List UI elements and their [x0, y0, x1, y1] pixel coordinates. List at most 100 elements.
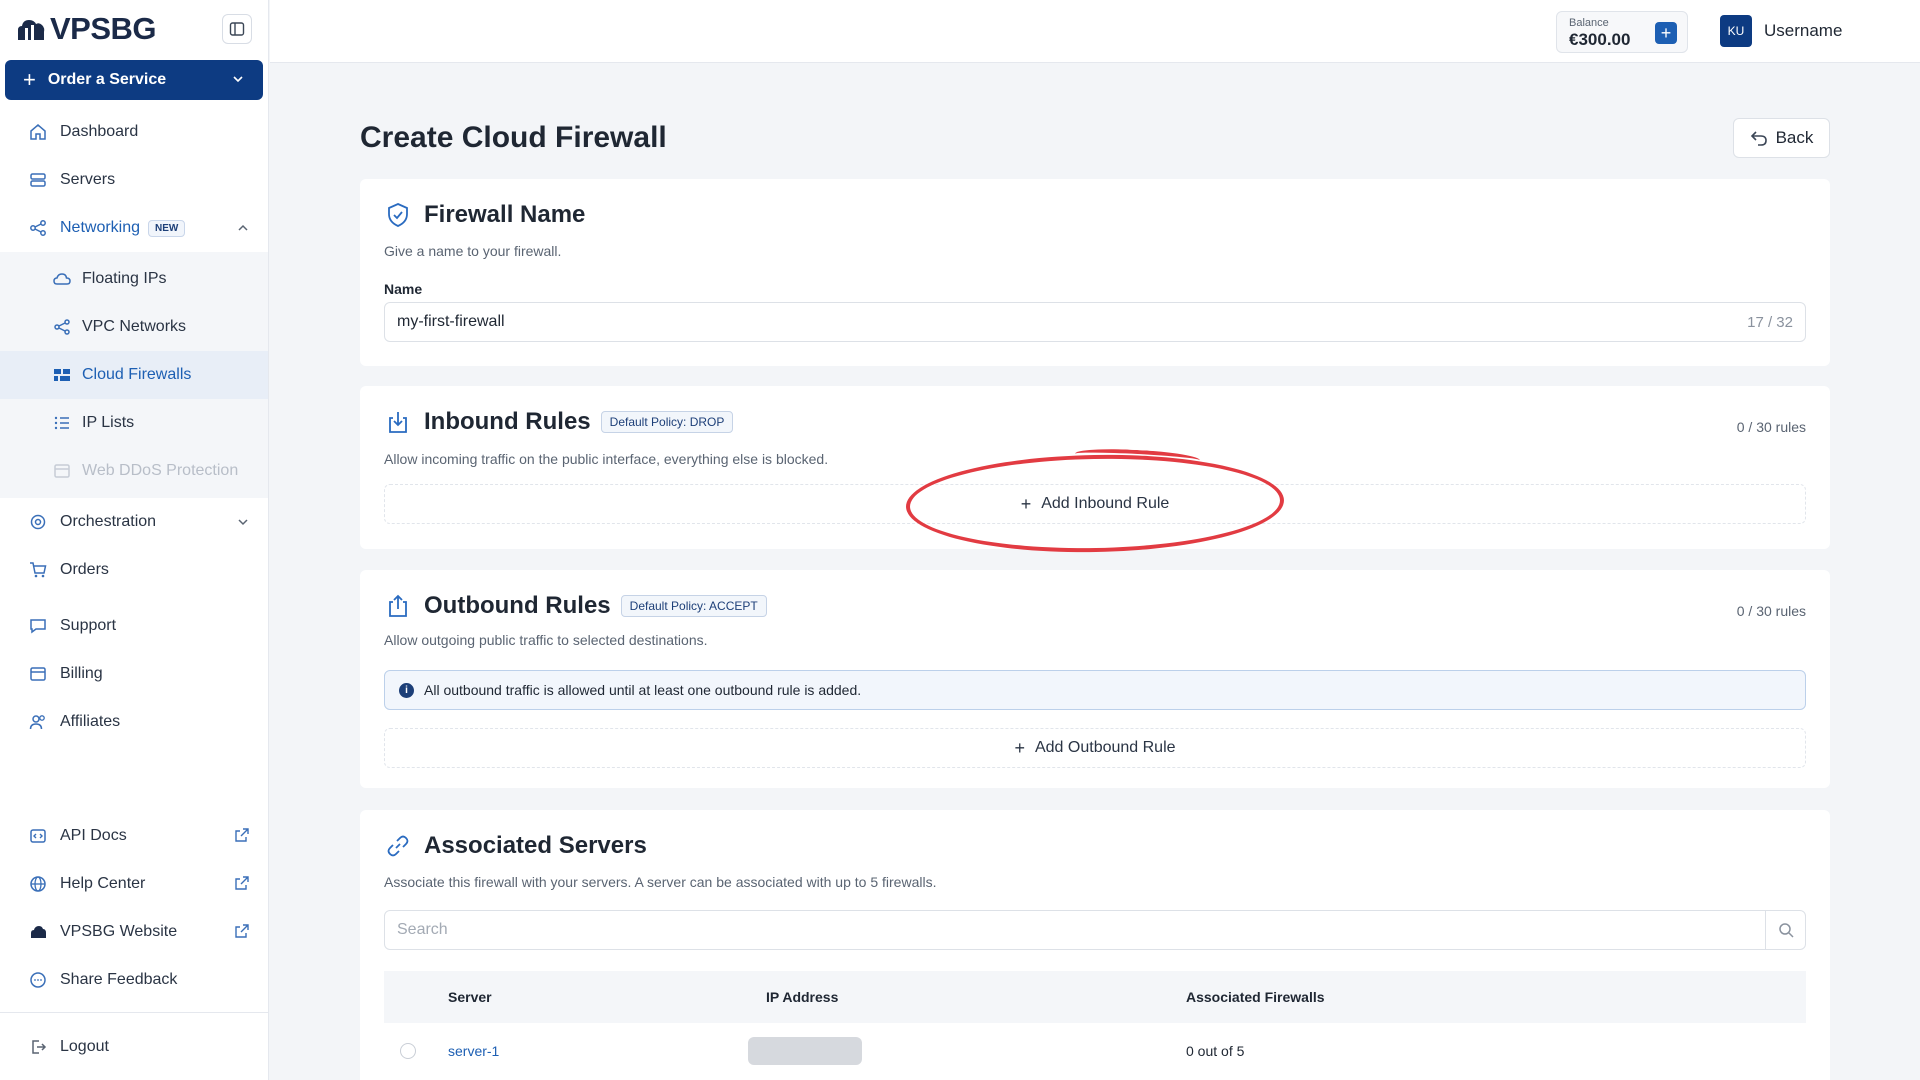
card-title: Associated Servers	[424, 832, 647, 859]
sidebar-item-label: Help Center	[60, 875, 146, 892]
char-counter: 17 / 32	[1747, 313, 1793, 331]
cloud-logo-icon	[18, 19, 45, 40]
sidebar-item-label: Cloud Firewalls	[82, 366, 192, 383]
browser-window-icon	[52, 461, 72, 481]
sidebar-item-networking[interactable]: Networking NEW	[0, 204, 268, 252]
link-icon	[384, 832, 412, 860]
share-network-icon	[28, 218, 48, 238]
sidebar-item-servers[interactable]: Servers	[0, 156, 268, 204]
table-header: Server IP Address Associated Firewalls	[384, 971, 1806, 1023]
card-header: Outbound Rules Default Policy: ACCEPT	[384, 592, 767, 620]
sidebar-item-label: VPSBG Website	[60, 923, 178, 940]
logout-icon	[28, 1037, 48, 1057]
sidebar-toggle-icon	[229, 22, 245, 36]
column-header-server: Server	[448, 989, 492, 1005]
card-description: Allow incoming traffic on the public int…	[384, 451, 829, 467]
sidebar-item-affiliates[interactable]: Affiliates	[0, 698, 268, 746]
order-service-label: Order a Service	[47, 71, 167, 88]
order-service-button[interactable]: + Order a Service	[5, 60, 263, 100]
info-icon: i	[399, 682, 414, 698]
card-header: Associated Servers	[384, 832, 647, 860]
sidebar-item-help-center[interactable]: Help Center	[0, 860, 268, 908]
logout-section: Logout	[0, 1012, 268, 1080]
outbound-rules-card: Outbound Rules Default Policy: ACCEPT 0 …	[360, 570, 1830, 788]
sidebar-item-ip-lists[interactable]: IP Lists	[0, 399, 268, 447]
add-outbound-rule-label: Add Outbound Rule	[1034, 739, 1176, 756]
sidebar-item-label: Orchestration	[60, 513, 157, 530]
external-link-icon	[235, 924, 249, 938]
avatar: KU	[1720, 15, 1752, 47]
globe-icon	[28, 874, 48, 894]
external-link-icon	[235, 828, 249, 842]
column-header-firewalls: Associated Firewalls	[1186, 989, 1325, 1005]
plus-icon: +	[23, 67, 36, 92]
search-icon	[1778, 923, 1794, 938]
cloud-logo-icon	[28, 922, 48, 942]
server-icon	[28, 170, 48, 190]
list-icon	[52, 413, 72, 433]
sidebar-item-label: API Docs	[60, 827, 127, 844]
collapse-sidebar-button[interactable]	[222, 14, 252, 44]
firewall-name-value: my-first-firewall	[397, 313, 505, 330]
chevron-down-icon	[238, 519, 248, 526]
sidebar-item-cloud-firewalls[interactable]: Cloud Firewalls	[0, 351, 268, 399]
row-select-radio[interactable]	[400, 1043, 416, 1059]
top-bar: Balance €300.00 + KU Username	[270, 0, 1920, 63]
sidebar-item-label: IP Lists	[82, 414, 135, 431]
logo-row: VPSBG	[0, 0, 268, 57]
card-header: Inbound Rules Default Policy: DROP	[384, 408, 734, 436]
search-input[interactable]	[385, 911, 1765, 949]
default-policy-badge: Default Policy: ACCEPT	[620, 595, 767, 617]
main-nav: Dashboard Servers Networking NEW Floatin…	[0, 108, 268, 746]
back-button[interactable]: Back	[1733, 118, 1830, 158]
download-icon	[384, 408, 412, 436]
sidebar-item-vpc-networks[interactable]: VPC Networks	[0, 303, 268, 351]
ip-address-redacted	[748, 1037, 862, 1065]
new-badge: NEW	[148, 219, 186, 237]
balance-widget: Balance €300.00 +	[1556, 11, 1688, 53]
firewall-name-input[interactable]: my-first-firewall 17 / 32	[384, 302, 1806, 342]
user-menu[interactable]: KU Username	[1720, 15, 1920, 47]
shield-check-icon	[384, 201, 412, 229]
rules-count: 0 / 30 rules	[1736, 419, 1806, 435]
table-row[interactable]: server-1 0 out of 5	[384, 1023, 1806, 1079]
cloud-icon	[52, 269, 72, 289]
sidebar-item-orders[interactable]: Orders	[0, 546, 268, 594]
sidebar-item-vpsbg-website[interactable]: VPSBG Website	[0, 908, 268, 956]
external-link-icon	[235, 876, 249, 890]
sidebar: VPSBG + Order a Service Dashboard Server…	[0, 0, 269, 1080]
rules-count: 0 / 30 rules	[1736, 603, 1806, 619]
sidebar-item-share-feedback[interactable]: Share Feedback	[0, 956, 268, 1004]
sidebar-item-support[interactable]: Support	[0, 602, 268, 650]
server-link[interactable]: server-1	[448, 1043, 499, 1059]
brand-logo[interactable]: VPSBG	[16, 11, 157, 47]
card-title: Inbound Rules	[424, 408, 591, 435]
sidebar-item-label: Billing	[60, 665, 103, 682]
card-title: Outbound Rules	[424, 592, 611, 619]
sidebar-item-floating-ips[interactable]: Floating IPs	[0, 255, 268, 303]
sidebar-item-label: Logout	[60, 1038, 109, 1055]
add-outbound-rule-button[interactable]: + Add Outbound Rule	[384, 728, 1806, 768]
sidebar-item-logout[interactable]: Logout	[0, 1023, 268, 1071]
associated-servers-card: Associated Servers Associate this firewa…	[360, 810, 1830, 1080]
feedback-icon	[28, 970, 48, 990]
sidebar-item-label: Floating IPs	[82, 270, 167, 287]
sidebar-item-api-docs[interactable]: API Docs	[0, 812, 268, 860]
column-header-ip: IP Address	[766, 989, 839, 1005]
code-icon	[28, 826, 48, 846]
sidebar-item-web-ddos-protection: Web DDoS Protection	[0, 447, 268, 495]
share-network-icon	[52, 317, 72, 337]
networking-submenu: Floating IPs VPC Networks Cloud Firewall…	[0, 252, 268, 498]
sidebar-item-orchestration[interactable]: Orchestration	[0, 498, 268, 546]
sidebar-item-label: Dashboard	[60, 123, 139, 140]
brick-wall-icon	[52, 365, 72, 385]
sidebar-item-label: VPC Networks	[82, 318, 187, 335]
users-icon	[28, 712, 48, 732]
sidebar-item-dashboard[interactable]: Dashboard	[0, 108, 268, 156]
add-funds-button[interactable]: +	[1655, 22, 1677, 44]
upload-icon	[384, 592, 412, 620]
sidebar-item-billing[interactable]: Billing	[0, 650, 268, 698]
sidebar-item-label: Share Feedback	[60, 971, 178, 988]
sidebar-item-label: Affiliates	[60, 713, 121, 730]
search-button[interactable]	[1765, 911, 1805, 949]
